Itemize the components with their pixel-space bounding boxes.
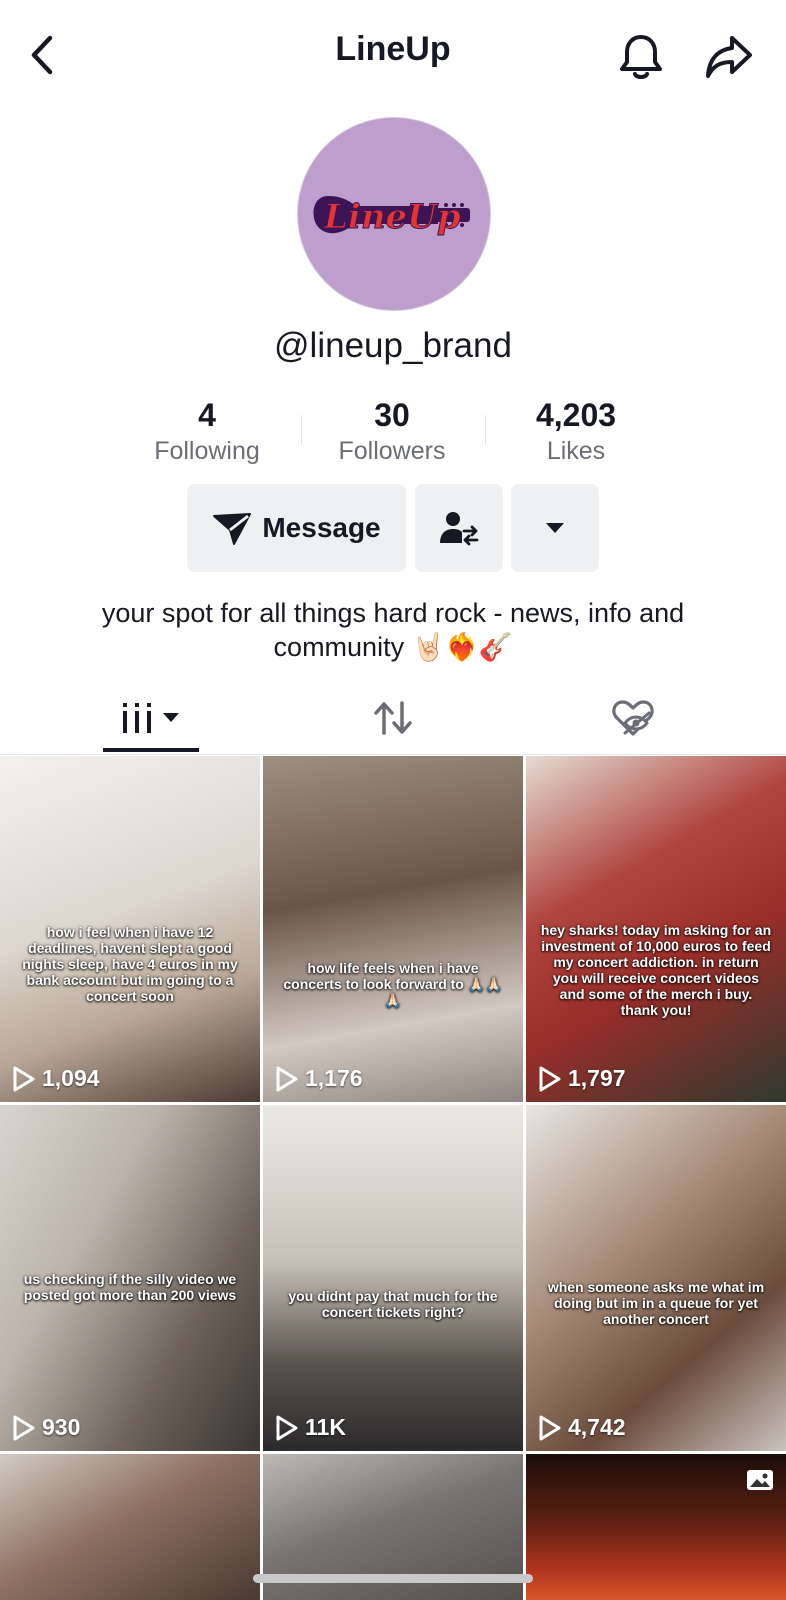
caret-down-icon xyxy=(546,523,564,533)
grid-menu-icon xyxy=(123,703,179,733)
more-options-button[interactable] xyxy=(511,484,599,572)
video-caption: us checking if the silly video we posted… xyxy=(23,1271,237,1303)
follow-status-button[interactable] xyxy=(415,484,503,572)
repost-icon xyxy=(374,701,412,735)
play-icon xyxy=(13,1066,35,1091)
user-swap-icon xyxy=(440,512,479,546)
play-icon xyxy=(13,1415,35,1440)
bell-icon xyxy=(620,35,662,79)
share-button[interactable] xyxy=(702,32,756,82)
view-count-text: 11K xyxy=(305,1414,346,1440)
play-icon xyxy=(276,1066,298,1091)
followers-count: 30 xyxy=(374,397,410,433)
video-caption: you didnt pay that much for the concert … xyxy=(288,1288,498,1320)
likes-label: Likes xyxy=(546,437,606,465)
lineup-guitar-logo: LineUp xyxy=(313,196,470,238)
video-thumbnail[interactable]: us checking if the silly video we posted… xyxy=(0,1105,260,1451)
video-thumbnail[interactable]: hey sharks! today im asking for an inves… xyxy=(526,756,786,1102)
video-caption: hey sharks! today im asking for an inves… xyxy=(540,922,772,1018)
svg-text:LineUp: LineUp xyxy=(323,197,461,237)
stat-followers[interactable]: 30 Followers xyxy=(302,395,482,467)
video-thumbnail[interactable]: how life feels when i have concerts to l… xyxy=(263,756,523,1102)
page-title: LineUp xyxy=(335,30,451,68)
profile-handle: @lineup_brand xyxy=(274,326,512,365)
home-indicator xyxy=(253,1574,533,1583)
notification-button[interactable] xyxy=(616,32,666,82)
video-thumbnail[interactable]: when someone asks me what im doing but i… xyxy=(526,1105,786,1451)
back-button[interactable] xyxy=(22,34,64,76)
view-count-text: 1,094 xyxy=(42,1065,100,1091)
heart-eye-off-icon xyxy=(612,700,654,736)
play-icon xyxy=(276,1415,298,1440)
profile-tabs xyxy=(0,682,786,755)
share-arrow-icon xyxy=(706,36,752,78)
video-caption: when someone asks me what im doing but i… xyxy=(547,1279,765,1327)
profile-actions: Message xyxy=(0,484,786,572)
tab-reposts[interactable] xyxy=(345,682,441,754)
play-icon xyxy=(539,1066,561,1091)
video-caption: how life feels when i have concerts to l… xyxy=(283,960,503,1008)
send-icon xyxy=(213,513,252,545)
photo-carousel-icon xyxy=(747,1470,773,1490)
likes-count: 4,203 xyxy=(535,397,617,433)
stat-following[interactable]: 4 Following xyxy=(117,395,297,467)
view-count-text: 1,176 xyxy=(305,1065,363,1091)
view-count: 11K xyxy=(275,1414,346,1441)
following-count: 4 xyxy=(198,397,216,433)
video-thumbnail[interactable]: how i feel when i have 12 deadlines, hav… xyxy=(0,756,260,1102)
profile-stats: 4 Following 30 Followers 4,203 Likes xyxy=(0,395,786,475)
video-thumbnail[interactable] xyxy=(0,1454,260,1600)
active-tab-indicator xyxy=(103,748,199,752)
view-count-text: 1,797 xyxy=(568,1065,626,1091)
play-icon xyxy=(539,1415,561,1440)
stat-likes[interactable]: 4,203 Likes xyxy=(486,395,666,467)
tab-liked[interactable] xyxy=(585,682,681,754)
tab-videos[interactable] xyxy=(103,682,199,754)
video-thumbnail[interactable]: you didnt pay that much for the concert … xyxy=(263,1105,523,1451)
top-bar: LineUp xyxy=(0,0,786,110)
video-caption: how i feel when i have 12 deadlines, hav… xyxy=(22,924,238,1004)
view-count: 1,797 xyxy=(538,1065,626,1092)
profile-avatar[interactable]: LineUp xyxy=(297,117,491,311)
photo-thumbnail[interactable] xyxy=(526,1454,786,1600)
view-count: 930 xyxy=(12,1414,80,1441)
view-count-text: 930 xyxy=(42,1414,81,1440)
message-button[interactable]: Message xyxy=(187,484,406,572)
message-button-label: Message xyxy=(262,512,381,543)
view-count-text: 4,742 xyxy=(568,1414,626,1440)
view-count: 4,742 xyxy=(538,1414,626,1441)
chevron-left-icon xyxy=(31,35,53,75)
followers-label: Followers xyxy=(338,437,446,465)
view-count: 1,094 xyxy=(12,1065,100,1092)
video-grid: how i feel when i have 12 deadlines, hav… xyxy=(0,756,786,1600)
profile-bio: your spot for all things hard rock - new… xyxy=(101,598,685,662)
following-label: Following xyxy=(154,437,260,465)
view-count: 1,176 xyxy=(275,1065,363,1092)
